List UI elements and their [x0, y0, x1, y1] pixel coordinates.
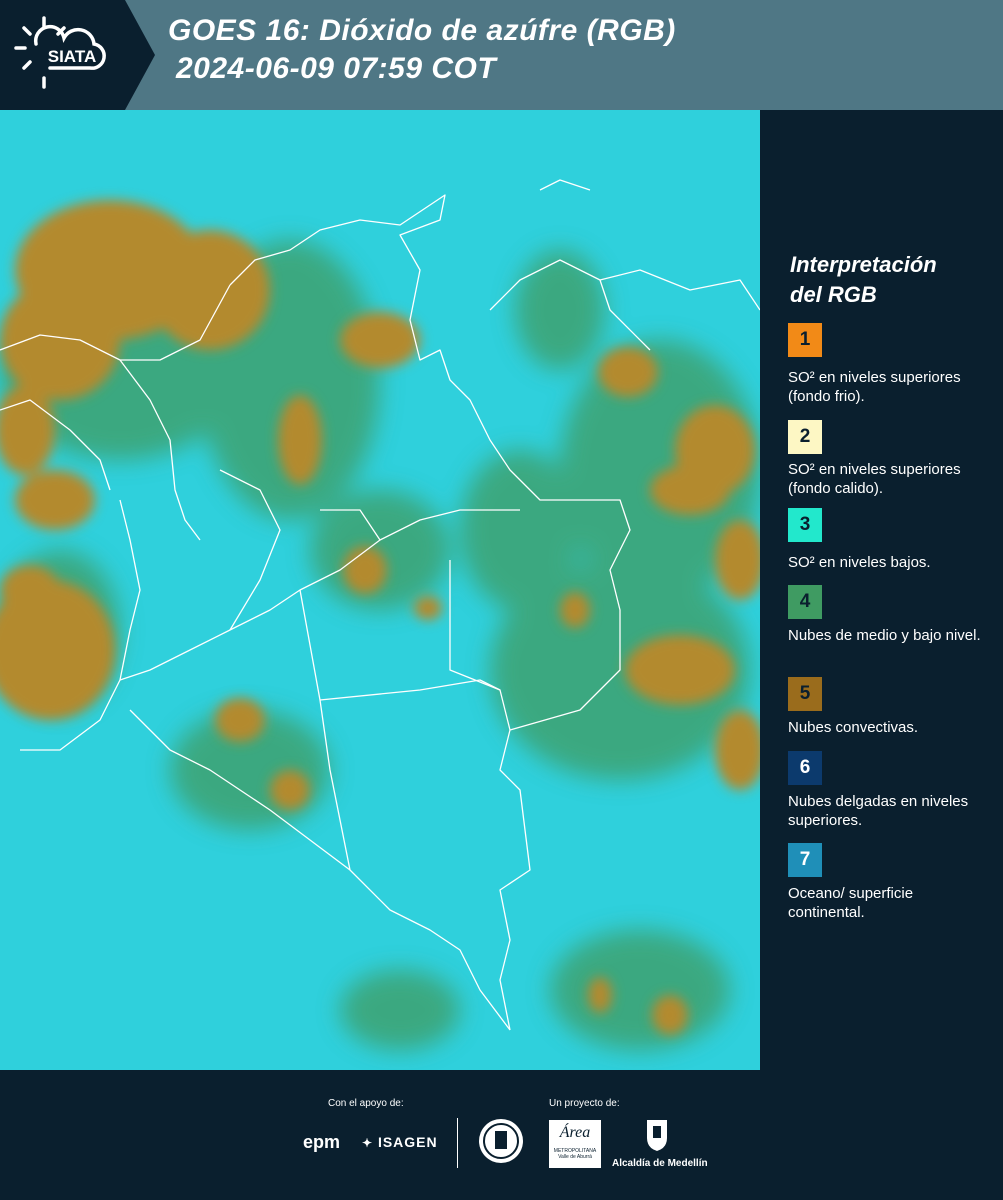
legend-panel: Interpretación del RGB 1 SO² en niveles … [760, 110, 1003, 1070]
isagen-logo: ✦ ISAGEN [362, 1134, 438, 1150]
legend-label-2: SO² en niveles superiores (fondo calido)… [788, 461, 961, 497]
project-label: Un proyecto de: [549, 1098, 620, 1109]
legend-label-6: Nubes delgadas en niveles superiores. [788, 793, 969, 829]
legend-label-3: SO² en niveles bajos. [788, 554, 931, 571]
logo-text: SIATA [48, 47, 96, 66]
footer-divider [457, 1118, 458, 1168]
legend-swatch-5: 5 [788, 677, 822, 711]
legend-title: Interpretación del RGB [790, 250, 1000, 310]
satellite-map[interactable] [0, 110, 760, 1070]
legend-swatch-4: 4 [788, 585, 822, 619]
legend-swatch-2: 2 [788, 420, 822, 454]
page-title: GOES 16: Dióxido de azúfre (RGB) [168, 14, 676, 47]
area-logo-sub2: Valle de Aburrá [558, 1154, 592, 1160]
siata-logo: SIATA [0, 0, 155, 110]
legend-title-line1: Interpretación [790, 252, 937, 277]
header-bar: SIATA GOES 16: Dióxido de azúfre (RGB) 2… [0, 0, 1003, 110]
area-metropolitana-logo: Área METROPOLITANA Valle de Aburrá [549, 1120, 601, 1168]
legend-swatch-1: 1 [788, 323, 822, 357]
footer: Con el apoyo de: Un proyecto de: epm ✦ I… [0, 1070, 1003, 1200]
page-timestamp: 2024-06-09 07:59 COT [176, 52, 497, 85]
alcaldia-label: Alcaldía de Medellín [612, 1158, 708, 1169]
area-logo-title: Área [559, 1124, 591, 1141]
alcaldia-shield-icon [645, 1118, 669, 1152]
legend-title-line2: del RGB [790, 282, 877, 307]
legend-label-5: Nubes convectivas. [788, 719, 919, 736]
support-label: Con el apoyo de: [328, 1098, 404, 1109]
legend-label-7: Oceano/ superficie continental. [788, 885, 914, 921]
legend-label-4: Nubes de medio y bajo nivel. [788, 627, 981, 644]
legend-swatch-3: 3 [788, 508, 822, 542]
legend-swatch-6: 6 [788, 751, 822, 785]
legend-label-1: SO² en niveles superiores (fondo frio). [788, 369, 961, 405]
epm-logo: epm [303, 1132, 341, 1152]
university-seal-icon [478, 1118, 524, 1164]
isagen-icon: ✦ [362, 1136, 374, 1150]
legend-swatch-7: 7 [788, 843, 822, 877]
